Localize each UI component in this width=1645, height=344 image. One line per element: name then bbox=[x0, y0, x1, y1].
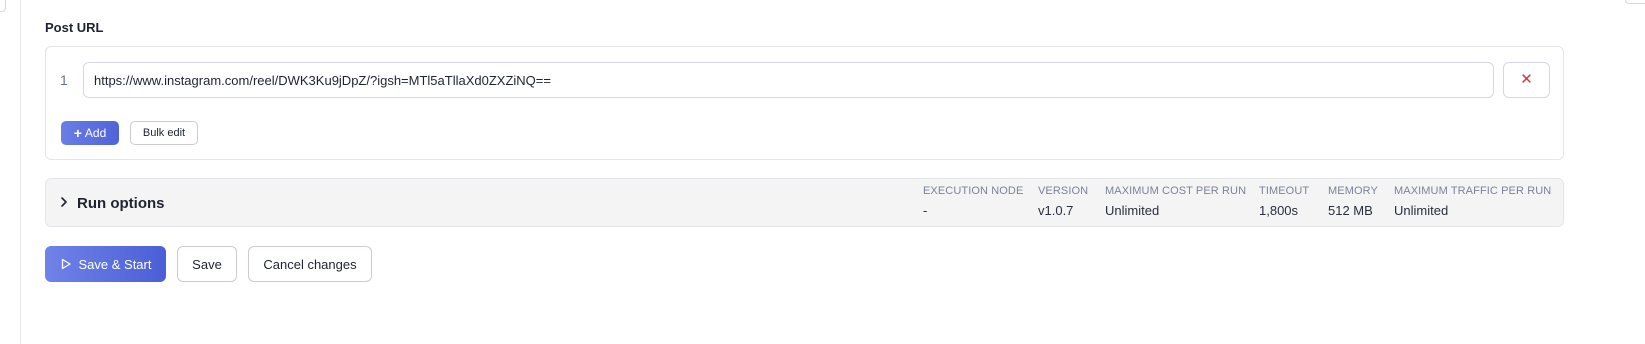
version-meta: VERSION v1.0.7 bbox=[1038, 185, 1088, 218]
post-url-input[interactable] bbox=[83, 62, 1494, 98]
max-cost-value: Unlimited bbox=[1105, 203, 1160, 218]
save-and-start-label: Save & Start bbox=[78, 256, 152, 272]
run-options-title: Run options bbox=[77, 195, 165, 212]
play-icon bbox=[61, 258, 71, 270]
top-right-corner bbox=[1625, 0, 1645, 4]
cancel-changes-button[interactable]: Cancel changes bbox=[248, 246, 372, 282]
execution-node-label: EXECUTION NODE bbox=[923, 185, 1024, 197]
add-url-button[interactable]: + Add bbox=[61, 121, 119, 145]
bulk-edit-button[interactable]: Bulk edit bbox=[130, 121, 198, 145]
row-number: 1 bbox=[60, 72, 68, 88]
execution-node-value: - bbox=[923, 203, 928, 218]
max-cost-label: MAXIMUM COST PER RUN bbox=[1105, 185, 1247, 197]
memory-label: MEMORY bbox=[1328, 185, 1378, 197]
timeout-value: 1,800s bbox=[1259, 203, 1299, 218]
max-traffic-label: MAXIMUM TRAFFIC PER RUN bbox=[1394, 185, 1552, 197]
remove-url-button[interactable]: ✕ bbox=[1503, 62, 1550, 98]
chevron-right-icon bbox=[61, 197, 67, 207]
post-url-list: 1 ✕ + Add Bulk edit bbox=[45, 46, 1564, 160]
left-sidebar-edge bbox=[0, 0, 21, 344]
save-and-start-button[interactable]: Save & Start bbox=[45, 246, 166, 282]
add-button-label: Add bbox=[84, 126, 107, 140]
memory-meta: MEMORY 512 MB bbox=[1328, 185, 1378, 218]
post-url-label: Post URL bbox=[45, 20, 104, 35]
plus-icon: + bbox=[73, 125, 82, 141]
sidebar-corner-handle bbox=[0, 0, 6, 12]
max-traffic-meta: MAXIMUM TRAFFIC PER RUN Unlimited bbox=[1394, 185, 1551, 218]
timeout-meta: TIMEOUT 1,800s bbox=[1259, 185, 1309, 218]
memory-value: 512 MB bbox=[1328, 203, 1373, 218]
close-icon: ✕ bbox=[1520, 71, 1533, 88]
save-button[interactable]: Save bbox=[177, 246, 237, 282]
execution-node-meta: EXECUTION NODE - bbox=[923, 185, 1023, 218]
timeout-label: TIMEOUT bbox=[1259, 185, 1310, 197]
version-value: v1.0.7 bbox=[1038, 203, 1074, 218]
run-options-panel[interactable]: Run options EXECUTION NODE - VERSION v1.… bbox=[45, 178, 1564, 227]
max-cost-meta: MAXIMUM COST PER RUN Unlimited bbox=[1105, 185, 1246, 218]
version-label: VERSION bbox=[1038, 185, 1089, 197]
max-traffic-value: Unlimited bbox=[1394, 203, 1449, 218]
